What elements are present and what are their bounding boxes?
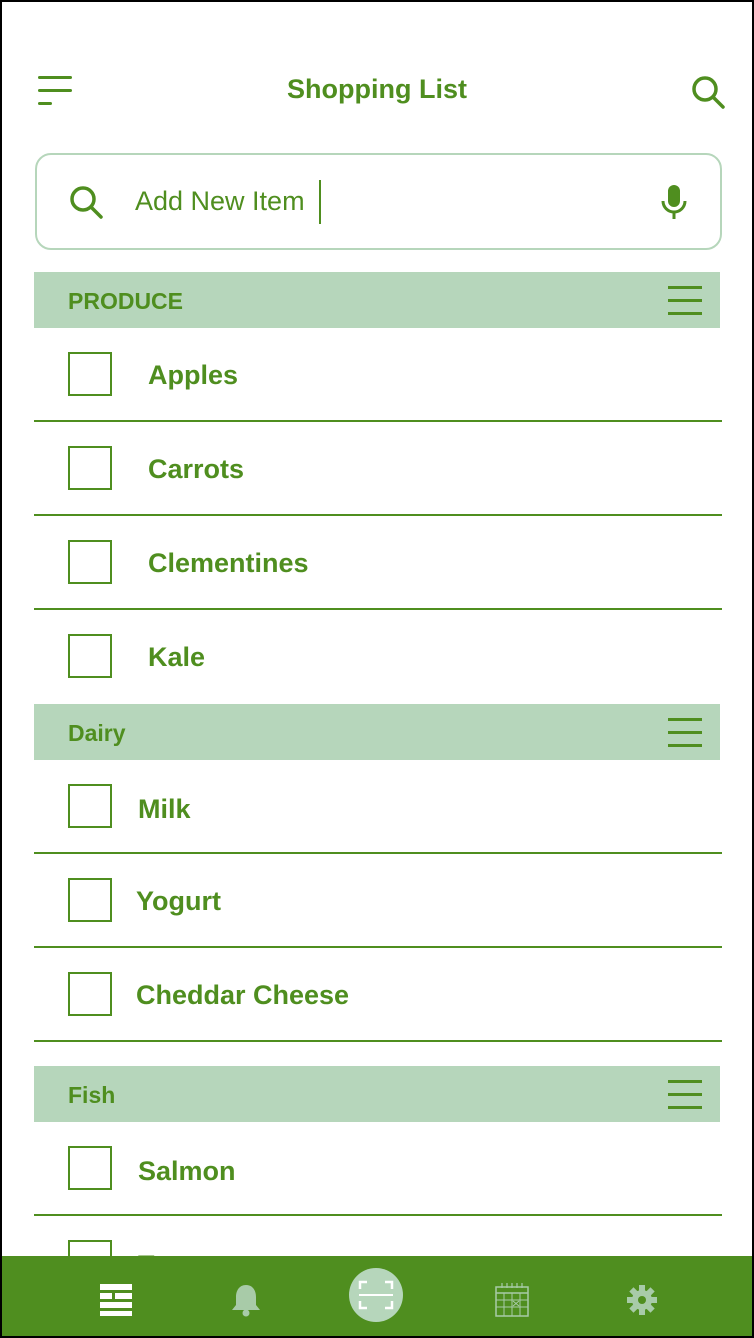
bell-icon <box>232 1285 260 1317</box>
list-item: Cheddar Cheese <box>34 948 722 1042</box>
list-icon <box>100 1284 132 1316</box>
item-name: Apples <box>148 360 239 390</box>
section-label: Dairy <box>68 720 126 746</box>
tab-calendar[interactable] <box>492 1256 532 1336</box>
item-name: Clementines <box>148 548 309 578</box>
item-name: Milk <box>138 794 191 824</box>
section-label: Fish <box>68 1082 116 1108</box>
section-header-dairy: Dairy <box>34 704 720 760</box>
settings-gear-icon <box>627 1285 657 1315</box>
drag-handle-icon[interactable] <box>668 286 702 316</box>
drag-handle-icon[interactable] <box>668 1080 702 1110</box>
tab-settings[interactable] <box>622 1256 662 1336</box>
bottom-navigation <box>2 1256 752 1336</box>
list-item: Milk <box>34 760 722 854</box>
list-item: Apples <box>34 328 722 422</box>
divider <box>34 1040 722 1042</box>
section-header-produce: PRODUCE <box>34 272 720 328</box>
item-name: Yogurt <box>136 886 221 916</box>
item-name: Salmon <box>138 1156 236 1186</box>
search-icon <box>68 184 104 220</box>
microphone-icon[interactable] <box>657 183 691 223</box>
scan-icon <box>358 1280 394 1310</box>
app-screen: Shopping List PRODUCE <box>0 0 754 1338</box>
item-checkbox[interactable] <box>68 878 112 922</box>
list-item: Salmon <box>34 1122 722 1216</box>
page-title: Shopping List <box>287 74 467 104</box>
drag-handle-icon[interactable] <box>668 718 702 748</box>
item-name: Cheddar Cheese <box>136 980 350 1010</box>
section-header-fish: Fish <box>34 1066 720 1122</box>
text-cursor <box>319 180 321 224</box>
section-label: PRODUCE <box>68 288 184 314</box>
calendar-icon <box>495 1283 529 1317</box>
tab-list[interactable] <box>94 1256 138 1336</box>
list-item: Carrots <box>34 422 722 516</box>
search-icon[interactable] <box>690 74 726 110</box>
item-checkbox[interactable] <box>68 540 112 584</box>
item-checkbox[interactable] <box>68 972 112 1016</box>
tab-notifications[interactable] <box>224 1256 268 1336</box>
list-item: Yogurt <box>34 854 722 948</box>
item-name: Kale <box>148 642 206 672</box>
item-name: Carrots <box>148 454 245 484</box>
list-item: Kale <box>34 610 722 704</box>
add-item-bar <box>35 153 722 250</box>
item-checkbox[interactable] <box>68 784 112 828</box>
item-checkbox[interactable] <box>68 634 112 678</box>
item-checkbox[interactable] <box>68 352 112 396</box>
item-checkbox[interactable] <box>68 446 112 490</box>
list-item: Clementines <box>34 516 722 610</box>
add-item-input[interactable] <box>135 182 535 220</box>
item-checkbox[interactable] <box>68 1146 112 1190</box>
tab-scan[interactable] <box>349 1256 403 1336</box>
